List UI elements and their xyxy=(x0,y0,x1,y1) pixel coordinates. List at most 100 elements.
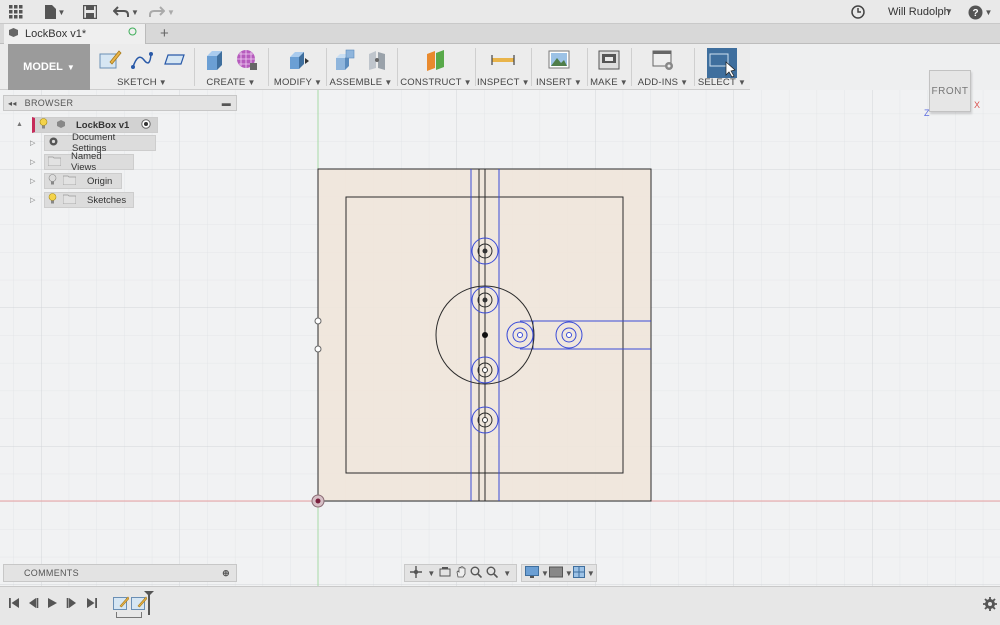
new-tab-plus-icon[interactable]: + xyxy=(160,25,169,42)
3d-print-icon[interactable] xyxy=(597,48,621,75)
workspace-switcher-button[interactable]: MODEL ▼ xyxy=(8,44,90,90)
file-icon[interactable]: ▼ xyxy=(42,3,68,21)
create-sketch-icon[interactable] xyxy=(98,48,122,75)
display-settings-icon[interactable] xyxy=(525,565,539,581)
measure-icon[interactable] xyxy=(491,48,515,75)
folder-icon xyxy=(47,156,62,169)
document-tab-bar: LockBox v1* + xyxy=(0,24,1000,44)
canvas-viewport[interactable]: Y X Z xyxy=(0,90,1000,586)
step-back-icon[interactable] xyxy=(27,597,39,612)
expand-arrow-icon[interactable]: ▷ xyxy=(30,139,35,147)
expand-arrow-icon[interactable]: ▷ xyxy=(30,196,35,204)
collapse-panel-icon[interactable]: ◂◂ xyxy=(8,99,17,108)
go-to-start-icon[interactable] xyxy=(8,597,20,612)
modify-group-label: MODIFY xyxy=(273,77,313,88)
comments-add-icon[interactable]: ⊕ xyxy=(222,568,230,579)
expand-arrow-icon[interactable]: ▷ xyxy=(30,177,35,185)
lightbulb-icon[interactable] xyxy=(39,118,48,132)
timeline-settings-gear-icon[interactable] xyxy=(983,597,997,614)
workspace-label: MODEL xyxy=(23,61,63,73)
timeline-marker-icon[interactable] xyxy=(144,591,154,618)
play-icon[interactable] xyxy=(46,597,58,612)
insert-group[interactable]: INSERT ▼ xyxy=(534,44,584,90)
root-component-label: LockBox v1 xyxy=(76,119,130,131)
navigation-bar: ▼ ▼ xyxy=(404,564,517,582)
redo-icon[interactable]: ▼ xyxy=(148,3,176,21)
make-group[interactable]: MAKE ▼ xyxy=(589,44,629,90)
zoom-caret[interactable]: ▼ xyxy=(503,569,511,578)
origin-label: Origin xyxy=(87,175,113,187)
visual-style-caret[interactable]: ▼ xyxy=(565,569,573,578)
tree-item-named-views[interactable]: ▷ Named Views xyxy=(30,151,134,173)
browser-header[interactable]: ◂◂ BROWSER ▬ xyxy=(3,95,237,111)
sketch-point xyxy=(314,345,322,353)
pan-hand-icon[interactable] xyxy=(455,565,467,581)
tree-item-origin[interactable]: ▷ Origin xyxy=(30,173,122,189)
spline-icon[interactable] xyxy=(130,48,154,75)
scripts-icon[interactable] xyxy=(651,48,675,75)
document-tab[interactable]: LockBox v1* xyxy=(4,24,146,44)
new-component-icon[interactable] xyxy=(333,48,357,75)
select-group[interactable]: SELECT ▼ xyxy=(697,44,747,90)
insert-group-label: INSERT xyxy=(536,77,572,88)
extrude-box-icon[interactable] xyxy=(203,48,227,75)
toolbar-separator xyxy=(397,48,398,86)
save-icon[interactable] xyxy=(82,3,98,21)
visual-style-icon[interactable] xyxy=(548,566,563,581)
orbit-caret[interactable]: ▼ xyxy=(427,569,435,578)
sketches-label: Sketches xyxy=(87,194,127,206)
rectangle-icon[interactable] xyxy=(162,48,186,75)
clock-icon[interactable] xyxy=(850,3,866,21)
user-menu-caret[interactable]: ▼ xyxy=(945,7,953,16)
lightbulb-icon[interactable] xyxy=(48,193,57,207)
inspect-group[interactable]: INSPECT ▼ xyxy=(477,44,530,90)
view-cube[interactable]: FRONT xyxy=(929,70,971,112)
zoom-icon[interactable] xyxy=(470,566,483,581)
go-to-end-icon[interactable] xyxy=(86,597,98,612)
expand-arrow-icon[interactable]: ▲ xyxy=(16,121,23,128)
add-ins-group[interactable]: ADD-INS ▼ xyxy=(634,44,692,90)
joint-icon[interactable] xyxy=(365,48,389,75)
activate-radio-icon[interactable] xyxy=(141,118,151,132)
user-name[interactable]: Will Rudolph xyxy=(888,6,950,18)
toolbar-separator xyxy=(326,48,327,86)
grid-settings-icon[interactable] xyxy=(572,565,585,581)
sketch-point xyxy=(314,317,322,325)
panel-pin-icon[interactable]: ▬ xyxy=(222,98,231,108)
create-group[interactable]: CREATE ▼ xyxy=(198,44,264,90)
look-at-icon[interactable] xyxy=(439,566,451,581)
svg-text:?: ? xyxy=(972,8,978,19)
viewcube-axis-x: X xyxy=(974,100,981,110)
form-icon[interactable] xyxy=(235,48,259,75)
grid-caret[interactable]: ▼ xyxy=(587,569,595,578)
tree-root-lockbox[interactable]: ▲ LockBox v1 xyxy=(16,117,158,133)
lightbulb-icon[interactable] xyxy=(48,174,57,188)
help-icon[interactable]: ? ▼ xyxy=(966,3,994,21)
ribbon-toolbar: MODEL ▼ SKETCH ▼ CREATE ▼ MODIFY ▼ ASSEMBLE xyxy=(0,44,750,90)
tree-item-sketches[interactable]: ▷ Sketches xyxy=(30,192,134,208)
expand-arrow-icon[interactable]: ▷ xyxy=(30,158,35,166)
sketch-canvas[interactable] xyxy=(0,90,1000,586)
modify-group[interactable]: MODIFY ▼ xyxy=(272,44,324,90)
browser-title: BROWSER xyxy=(24,98,74,108)
folder-icon xyxy=(62,194,77,207)
timeline-group-bracket xyxy=(116,612,142,618)
assemble-group[interactable]: ASSEMBLE ▼ xyxy=(328,44,394,90)
construct-group[interactable]: CONSTRUCT ▼ xyxy=(400,44,472,90)
step-forward-icon[interactable] xyxy=(66,597,78,612)
orbit-icon[interactable] xyxy=(409,565,422,581)
comments-panel[interactable]: COMMENTS ⊕ xyxy=(3,564,237,582)
sketch-group[interactable]: SKETCH ▼ xyxy=(94,44,190,90)
display-caret[interactable]: ▼ xyxy=(541,569,549,578)
grid-icon[interactable] xyxy=(8,3,24,21)
offset-plane-icon[interactable] xyxy=(424,48,448,75)
tree-item-document-settings[interactable]: ▷ Document Settings xyxy=(30,132,156,154)
gear-icon xyxy=(48,136,59,150)
insert-image-icon[interactable] xyxy=(547,48,571,75)
press-pull-icon[interactable] xyxy=(286,48,310,75)
add-ins-group-label: ADD-INS xyxy=(637,77,679,88)
toolbar-separator xyxy=(587,48,588,86)
fit-icon[interactable] xyxy=(486,566,498,581)
inspect-group-label: INSPECT xyxy=(477,77,520,88)
undo-icon[interactable]: ▼ xyxy=(112,3,140,21)
